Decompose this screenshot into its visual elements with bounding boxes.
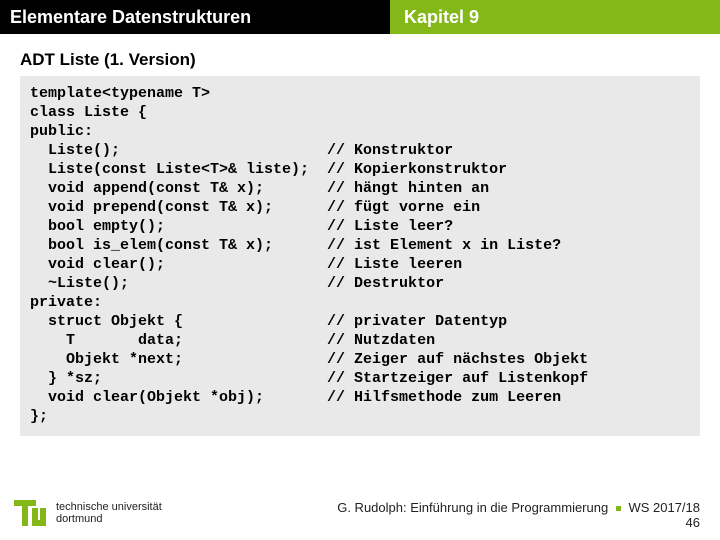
code-listing: template<typename T> class Liste { publi… <box>30 84 690 426</box>
logo-line2: dortmund <box>56 513 162 525</box>
footer-author: G. Rudolph: Einführung in die Programmie… <box>337 500 608 515</box>
logo-line1: technische universität <box>56 501 162 513</box>
slide-header: Elementare Datenstrukturen Kapitel 9 <box>0 0 720 34</box>
header-right: Kapitel 9 <box>390 0 720 34</box>
footer-term: WS 2017/18 <box>628 500 700 515</box>
tu-logo-icon <box>14 496 48 530</box>
header-left: Elementare Datenstrukturen <box>0 0 390 34</box>
university-logo: technische universität dortmund <box>14 496 162 530</box>
code-box: template<typename T> class Liste { publi… <box>20 76 700 436</box>
logo-text: technische universität dortmund <box>56 501 162 525</box>
slide-footer: G. Rudolph: Einführung in die Programmie… <box>337 500 700 530</box>
slide-title: ADT Liste (1. Version) <box>20 50 720 70</box>
separator-dot-icon <box>616 506 621 511</box>
slide: Elementare Datenstrukturen Kapitel 9 ADT… <box>0 0 720 540</box>
footer-page: 46 <box>337 515 700 530</box>
